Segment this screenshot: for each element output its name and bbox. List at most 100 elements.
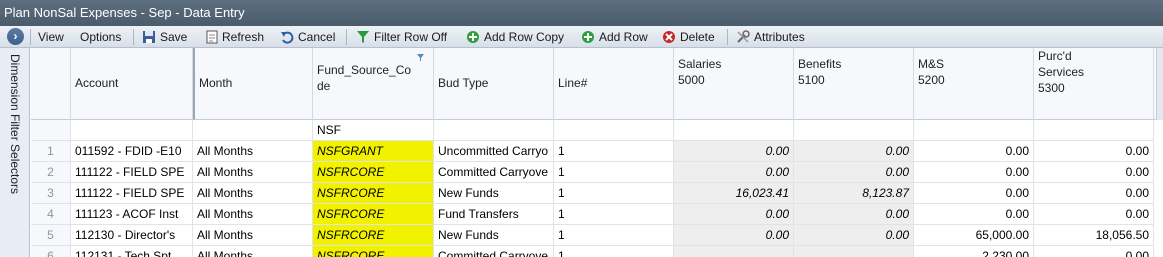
cell-fund-source[interactable]: NSFRCORE — [313, 246, 434, 257]
filter-row-label: Filter Row Off — [374, 30, 448, 44]
filter-line[interactable] — [554, 120, 674, 141]
filter-bud-type[interactable] — [434, 120, 554, 141]
column-header-benefits[interactable]: Benefits 5100 — [794, 48, 914, 120]
filter-ms[interactable] — [914, 120, 1034, 141]
column-header-month[interactable]: Month — [193, 48, 313, 120]
delete-button[interactable]: Delete — [662, 26, 715, 48]
cell-fund-source[interactable]: NSFRCORE — [313, 225, 434, 246]
add-row-label: Add Row — [599, 30, 648, 44]
cell-month[interactable]: All Months — [193, 183, 313, 204]
cell-salaries[interactable]: 0.00 — [674, 141, 794, 162]
cell-benefits[interactable]: 0.00 — [794, 162, 914, 183]
cell-account[interactable]: 111122 - FIELD SPE — [71, 162, 193, 183]
column-header-line[interactable]: Line# — [554, 48, 674, 120]
cell-salaries[interactable]: 0.00 — [674, 204, 794, 225]
cell-account[interactable]: 112130 - Director's — [71, 225, 193, 246]
cell-benefits[interactable] — [794, 246, 914, 257]
column-header-account[interactable]: Account — [71, 48, 193, 120]
options-menu[interactable]: Options — [80, 26, 121, 48]
cell-line[interactable]: 1 — [554, 225, 674, 246]
row-number: 1 — [31, 141, 71, 162]
save-button[interactable]: Save — [142, 26, 187, 48]
add-row-copy-button[interactable]: Add Row Copy — [466, 26, 564, 48]
filter-benefits[interactable] — [794, 120, 914, 141]
cell-month[interactable]: All Months — [193, 141, 313, 162]
cell-line[interactable]: 1 — [554, 204, 674, 225]
filter-applied-icon[interactable] — [416, 53, 425, 62]
cell-benefits[interactable]: 0.00 — [794, 141, 914, 162]
cell-ms[interactable]: 2,230.00 — [914, 246, 1034, 257]
refresh-icon — [206, 30, 218, 44]
row-number: 6 — [31, 246, 71, 257]
filter-purchased-services[interactable] — [1034, 120, 1154, 141]
cell-fund-source[interactable]: NSFRCORE — [313, 162, 434, 183]
row-number: 3 — [31, 183, 71, 204]
cell-bud-type[interactable]: Committed Carryove — [434, 246, 554, 257]
cell-bud-type[interactable]: Fund Transfers — [434, 204, 554, 225]
add-row-button[interactable]: Add Row — [581, 26, 648, 48]
cell-salaries[interactable]: 0.00 — [674, 162, 794, 183]
filter-month[interactable] — [193, 120, 313, 141]
cell-purchased-services[interactable]: 0.00 — [1034, 246, 1154, 257]
filter-icon — [357, 30, 369, 43]
cell-ms[interactable]: 0.00 — [914, 204, 1034, 225]
cell-account[interactable]: 111123 - ACOF Inst — [71, 204, 193, 225]
attributes-button[interactable]: Attributes — [736, 26, 805, 48]
cancel-button[interactable]: Cancel — [280, 26, 335, 48]
cell-purchased-services[interactable]: 0.00 — [1034, 204, 1154, 225]
column-header-purchased-services[interactable]: Purc'd Services 5300 — [1034, 48, 1154, 120]
cell-ms[interactable]: 0.00 — [914, 183, 1034, 204]
cell-account[interactable]: 112131 - Tech Spt — [71, 246, 193, 257]
cell-salaries[interactable] — [674, 246, 794, 257]
cell-month[interactable]: All Months — [193, 204, 313, 225]
delete-icon — [663, 30, 675, 43]
cell-line[interactable]: 1 — [554, 141, 674, 162]
dimension-filter-panel[interactable]: Dimension Filter Selectors — [0, 48, 30, 257]
cell-benefits[interactable]: 0.00 — [794, 225, 914, 246]
cell-purchased-services[interactable]: 18,056.50 — [1034, 225, 1154, 246]
cell-salaries[interactable]: 16,023.41 — [674, 183, 794, 204]
attributes-label: Attributes — [754, 30, 805, 44]
filter-account[interactable] — [71, 120, 193, 141]
cell-benefits[interactable]: 0.00 — [794, 204, 914, 225]
vertical-scrollbar[interactable] — [1156, 48, 1163, 120]
refresh-label: Refresh — [222, 30, 265, 44]
cell-salaries[interactable]: 0.00 — [674, 225, 794, 246]
filter-row-button[interactable]: Filter Row Off — [356, 26, 447, 48]
cell-account[interactable]: 011592 - FDID -E10 — [71, 141, 193, 162]
cell-benefits[interactable]: 8,123.87 — [794, 183, 914, 204]
cell-fund-source[interactable]: NSFRCORE — [313, 204, 434, 225]
save-icon — [143, 30, 155, 43]
cell-purchased-services[interactable]: 0.00 — [1034, 183, 1154, 204]
cell-ms[interactable]: 0.00 — [914, 162, 1034, 183]
filter-salaries[interactable] — [674, 120, 794, 141]
cell-month[interactable]: All Months — [193, 246, 313, 257]
row-number: 4 — [31, 204, 71, 225]
cell-bud-type[interactable]: New Funds — [434, 183, 554, 204]
cell-month[interactable]: All Months — [193, 162, 313, 183]
cell-line[interactable]: 1 — [554, 246, 674, 257]
refresh-button[interactable]: Refresh — [206, 26, 264, 48]
cell-purchased-services[interactable]: 0.00 — [1034, 141, 1154, 162]
cell-fund-source[interactable]: NSFRCORE — [313, 183, 434, 204]
cell-bud-type[interactable]: New Funds — [434, 225, 554, 246]
cell-bud-type[interactable]: Uncommitted Carryo — [434, 141, 554, 162]
cell-account[interactable]: 111122 - FIELD SPE — [71, 183, 193, 204]
column-header-bud-type[interactable]: Bud Type — [434, 48, 554, 120]
cell-line[interactable]: 1 — [554, 162, 674, 183]
view-menu[interactable]: View — [38, 26, 64, 48]
cell-ms[interactable]: 65,000.00 — [914, 225, 1034, 246]
delete-label: Delete — [680, 30, 715, 44]
cell-bud-type[interactable]: Committed Carryove — [434, 162, 554, 183]
cell-ms[interactable]: 0.00 — [914, 141, 1034, 162]
cell-line[interactable]: 1 — [554, 183, 674, 204]
filter-fund-source[interactable]: NSF — [313, 120, 434, 141]
column-header-ms[interactable]: M&S 5200 — [914, 48, 1034, 120]
row-number-header — [31, 48, 71, 120]
cell-fund-source[interactable]: NSFGRANT — [313, 141, 434, 162]
column-header-fund-source-code[interactable]: Fund_Source_Co de — [313, 48, 434, 120]
cell-purchased-services[interactable]: 0.00 — [1034, 162, 1154, 183]
cell-month[interactable]: All Months — [193, 225, 313, 246]
expand-panel-button[interactable]: › — [7, 28, 24, 45]
column-header-salaries[interactable]: Salaries 5000 — [674, 48, 794, 120]
